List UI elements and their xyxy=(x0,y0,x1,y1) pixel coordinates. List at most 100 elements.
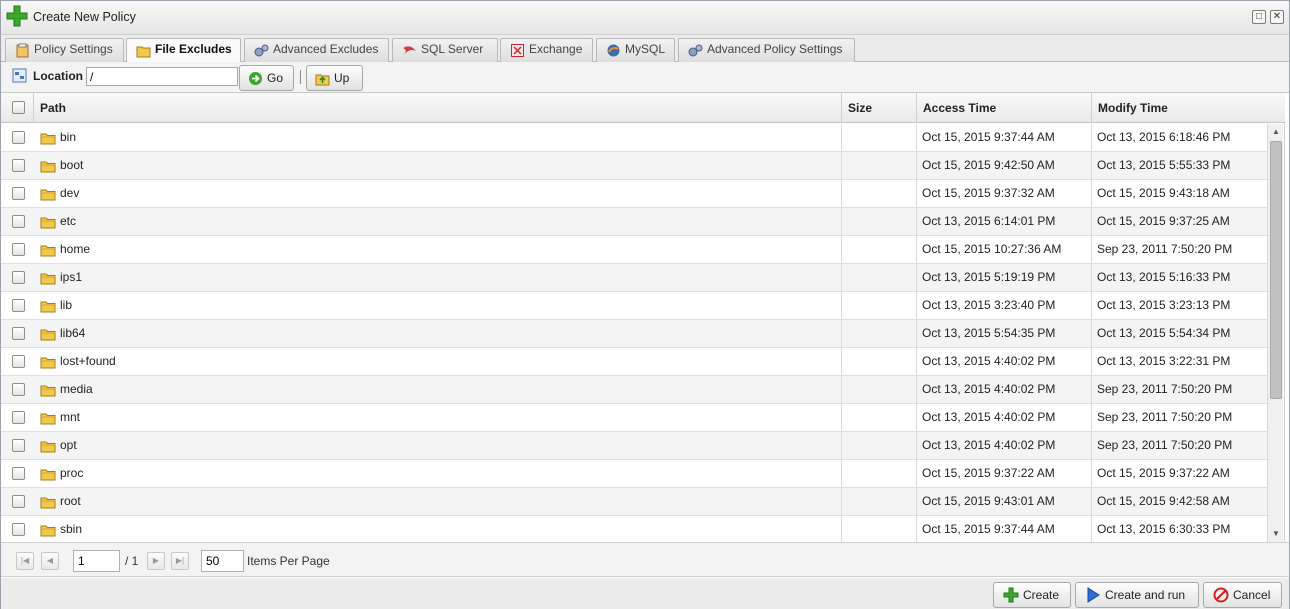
location-label: Location xyxy=(33,69,83,83)
row-access-time: Oct 13, 2015 4:40:02 PM xyxy=(922,438,1056,452)
row-checkbox[interactable] xyxy=(12,523,25,536)
select-all-checkbox[interactable] xyxy=(12,101,25,114)
row-modify-time: Sep 23, 2011 7:50:20 PM xyxy=(1097,382,1233,396)
row-checkbox[interactable] xyxy=(12,243,25,256)
tab-policy-settings[interactable]: Policy Settings xyxy=(5,38,124,62)
row-checkbox[interactable] xyxy=(12,159,25,172)
table-row[interactable]: bin Oct 15, 2015 9:37:44 AM Oct 13, 2015 6… xyxy=(1,124,1267,152)
row-path[interactable]: home xyxy=(60,236,90,264)
column-divider xyxy=(1091,404,1092,432)
last-page-icon[interactable]: ▶| xyxy=(171,552,189,570)
row-path[interactable]: sbin xyxy=(60,516,82,542)
column-divider xyxy=(1091,432,1092,460)
tab-exchange[interactable]: Exchange xyxy=(500,38,593,62)
row-path[interactable]: lib xyxy=(60,292,72,320)
first-page-icon[interactable]: |◀ xyxy=(16,552,34,570)
row-checkbox[interactable] xyxy=(12,495,25,508)
row-path[interactable]: proc xyxy=(60,460,83,488)
table-row[interactable]: root Oct 15, 2015 9:43:01 AM Oct 15, 2015 … xyxy=(1,488,1267,516)
tab-advanced-excludes[interactable]: Advanced Excludes xyxy=(244,38,389,62)
tab-label: Exchange xyxy=(529,42,583,56)
cancel-button[interactable]: Cancel xyxy=(1203,582,1282,608)
row-checkbox[interactable] xyxy=(12,383,25,396)
paging-toolbar: |◀ ◀ / 1 ▶ ▶| Items Per Page xyxy=(1,542,1289,577)
row-path[interactable]: boot xyxy=(60,152,83,180)
header-path[interactable]: Path xyxy=(34,93,842,123)
row-access-time: Oct 15, 2015 9:42:50 AM xyxy=(922,158,1055,172)
row-checkbox[interactable] xyxy=(12,187,25,200)
row-access-time: Oct 15, 2015 9:37:32 AM xyxy=(922,186,1055,200)
up-button[interactable]: Up xyxy=(306,65,363,91)
dialog-title: Create New Policy xyxy=(33,10,136,24)
row-checkbox[interactable] xyxy=(12,467,25,480)
row-checkbox[interactable] xyxy=(12,355,25,368)
toolbar-separator xyxy=(300,70,301,84)
table-row[interactable]: home Oct 15, 2015 10:27:36 AM Sep 23, 2011… xyxy=(1,236,1267,264)
location-icon xyxy=(12,68,27,83)
scroll-up-icon[interactable]: ▲ xyxy=(1268,124,1284,140)
column-divider xyxy=(1091,516,1092,542)
table-row[interactable]: lost+found Oct 13, 2015 4:40:02 PM Oct 13,… xyxy=(1,348,1267,376)
row-checkbox[interactable] xyxy=(12,131,25,144)
table-row[interactable]: media Oct 13, 2015 4:40:02 PM Sep 23, 2011… xyxy=(1,376,1267,404)
table-row[interactable]: etc Oct 13, 2015 6:14:01 PM Oct 15, 2015 9… xyxy=(1,208,1267,236)
scroll-down-icon[interactable]: ▼ xyxy=(1268,526,1284,542)
table-row[interactable]: proc Oct 15, 2015 9:37:22 AM Oct 15, 2015 … xyxy=(1,460,1267,488)
next-page-icon[interactable]: ▶ xyxy=(147,552,165,570)
close-button[interactable]: ✕ xyxy=(1270,10,1284,24)
maximize-button[interactable]: □ xyxy=(1252,10,1266,24)
row-modify-time: Sep 23, 2011 7:50:20 PM xyxy=(1097,410,1233,424)
tab-mysql[interactable]: MySQL xyxy=(596,38,675,62)
table-row[interactable]: sbin Oct 15, 2015 9:37:44 AM Oct 13, 2015 … xyxy=(1,516,1267,542)
row-checkbox[interactable] xyxy=(12,439,25,452)
table-row[interactable]: mnt Oct 13, 2015 4:40:02 PM Sep 23, 2011 7… xyxy=(1,404,1267,432)
row-path[interactable]: lib64 xyxy=(60,320,85,348)
row-path[interactable]: lost+found xyxy=(60,348,116,376)
scrollbar-thumb[interactable] xyxy=(1270,141,1282,399)
go-button[interactable]: Go xyxy=(239,65,294,91)
row-path[interactable]: bin xyxy=(60,124,76,152)
table-row[interactable]: dev Oct 15, 2015 9:37:32 AM Oct 15, 2015 9… xyxy=(1,180,1267,208)
table-row[interactable]: opt Oct 13, 2015 4:40:02 PM Sep 23, 2011 7… xyxy=(1,432,1267,460)
column-divider xyxy=(916,516,917,542)
row-checkbox[interactable] xyxy=(12,271,25,284)
table-row[interactable]: boot Oct 15, 2015 9:42:50 AM Oct 13, 2015 … xyxy=(1,152,1267,180)
table-row[interactable]: lib Oct 13, 2015 3:23:40 PM Oct 13, 2015 3… xyxy=(1,292,1267,320)
row-path[interactable]: media xyxy=(60,376,93,404)
page-number-input[interactable] xyxy=(73,550,120,572)
table-row[interactable]: lib64 Oct 13, 2015 5:54:35 PM Oct 13, 2015… xyxy=(1,320,1267,348)
row-path[interactable]: root xyxy=(60,488,81,516)
row-modify-time: Sep 23, 2011 7:50:20 PM xyxy=(1097,438,1233,452)
header-access-time[interactable]: Access Time xyxy=(917,93,1092,123)
grid-header: Path Size Access Time Modify Time xyxy=(1,93,1285,123)
column-divider xyxy=(916,376,917,404)
row-checkbox[interactable] xyxy=(12,327,25,340)
row-checkbox[interactable] xyxy=(12,215,25,228)
row-path[interactable]: dev xyxy=(60,180,79,208)
row-path[interactable]: opt xyxy=(60,432,77,460)
tab-sql-server[interactable]: SQL Server xyxy=(392,38,498,62)
row-access-time: Oct 13, 2015 6:14:01 PM xyxy=(922,214,1056,228)
row-access-time: Oct 13, 2015 5:54:35 PM xyxy=(922,326,1056,340)
location-input[interactable] xyxy=(86,67,238,86)
vertical-scrollbar[interactable]: ▲ ▼ xyxy=(1267,124,1283,542)
tab-advanced-policy-settings[interactable]: Advanced Policy Settings xyxy=(678,38,855,62)
row-path[interactable]: etc xyxy=(60,208,76,236)
tab-file-excludes[interactable]: File Excludes xyxy=(126,38,241,63)
items-per-page-input[interactable] xyxy=(201,550,244,572)
create-button[interactable]: Create xyxy=(993,582,1071,608)
table-row[interactable]: ips1 Oct 13, 2015 5:19:19 PM Oct 13, 2015 … xyxy=(1,264,1267,292)
column-divider xyxy=(916,124,917,152)
play-icon xyxy=(1087,587,1100,603)
prev-page-icon[interactable]: ◀ xyxy=(41,552,59,570)
header-size[interactable]: Size xyxy=(842,93,917,123)
row-checkbox[interactable] xyxy=(12,411,25,424)
header-modify-time[interactable]: Modify Time xyxy=(1092,93,1285,123)
row-checkbox[interactable] xyxy=(12,299,25,312)
row-path[interactable]: ips1 xyxy=(60,264,82,292)
row-path[interactable]: mnt xyxy=(60,404,80,432)
folder-icon xyxy=(40,385,56,397)
column-divider xyxy=(841,348,842,376)
create-and-run-button[interactable]: Create and run xyxy=(1075,582,1199,608)
column-divider xyxy=(916,348,917,376)
